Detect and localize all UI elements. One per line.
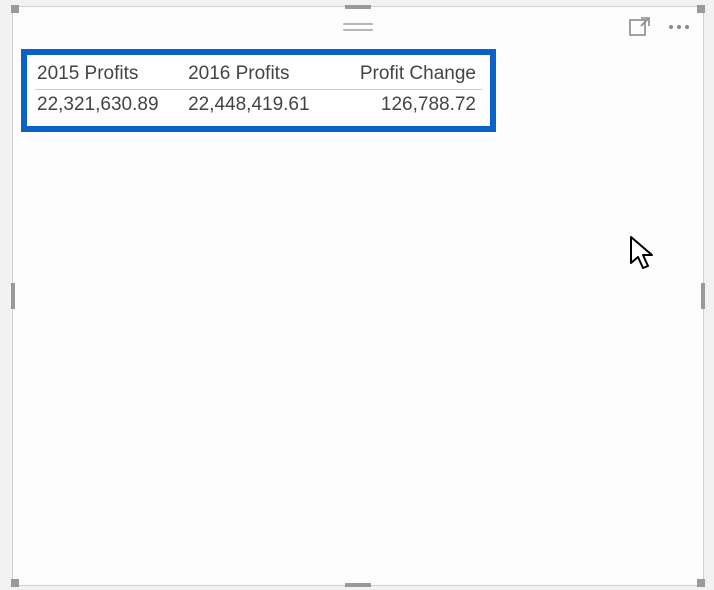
table-highlight: 2015 Profits 2016 Profits Profit Change … [21,49,496,132]
table-header-row: 2015 Profits 2016 Profits Profit Change [35,61,482,90]
resize-handle-right[interactable] [701,283,705,309]
visual-toolbar [629,17,689,37]
column-header[interactable]: Profit Change [337,61,482,90]
focus-mode-icon[interactable] [629,17,651,37]
drag-handle-icon[interactable] [343,23,373,31]
visual-container[interactable]: 2015 Profits 2016 Profits Profit Change … [12,6,704,586]
resize-handle-bottom[interactable] [345,583,371,587]
cell: 22,448,419.61 [186,90,337,119]
visual-header [13,7,703,45]
resize-handle-bl[interactable] [11,579,19,587]
cell: 126,788.72 [337,90,482,119]
column-header[interactable]: 2016 Profits [186,61,337,90]
resize-handle-left[interactable] [11,283,15,309]
cell: 22,321,630.89 [35,90,186,119]
profit-table: 2015 Profits 2016 Profits Profit Change … [35,61,482,118]
resize-handle-br[interactable] [697,579,705,587]
more-options-icon[interactable] [669,25,689,29]
mouse-cursor-icon [629,235,657,276]
column-header[interactable]: 2015 Profits [35,61,186,90]
table-row[interactable]: 22,321,630.89 22,448,419.61 126,788.72 [35,90,482,119]
